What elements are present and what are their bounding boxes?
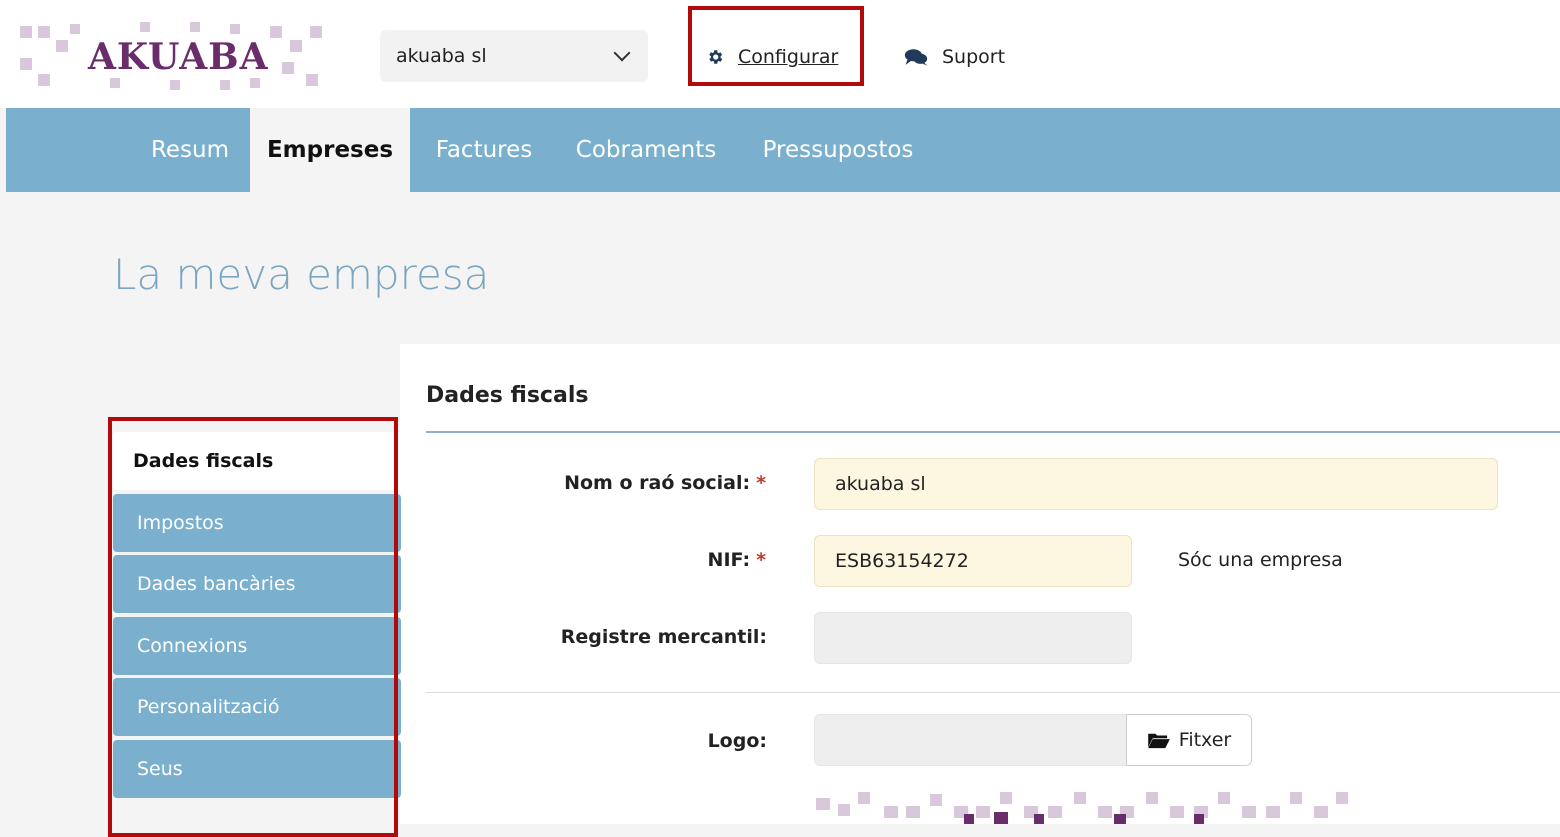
nav-tab-resum[interactable]: Resum — [130, 108, 250, 192]
file-browse-button[interactable]: Fitxer — [1126, 714, 1252, 766]
company-select[interactable]: akuaba sl — [380, 30, 648, 82]
logo-text: AKUABA — [88, 36, 269, 78]
akuaba-logo[interactable]: AKUABA — [20, 22, 330, 92]
logo-file-field[interactable] — [814, 714, 1128, 766]
configure-highlight-box — [688, 6, 864, 86]
folder-open-icon — [1147, 733, 1170, 749]
nif-field[interactable]: ESB63154272 — [814, 535, 1132, 587]
logo-preview-image — [816, 792, 1348, 824]
registry-label: Registre mercantil: — [560, 626, 767, 648]
page-title: La meva empresa — [113, 250, 490, 299]
required-marker: * — [756, 472, 766, 494]
nif-label: NIF: * — [707, 549, 766, 571]
main-nav: Resum Empreses Factures Cobraments Press… — [6, 108, 1560, 192]
sidebar-highlight-box — [108, 417, 398, 837]
chat-bubbles-icon — [904, 49, 928, 66]
nav-tab-factures[interactable]: Factures — [424, 108, 544, 192]
chevron-down-icon — [613, 44, 631, 62]
support-link[interactable]: Suport — [904, 42, 1005, 72]
required-marker: * — [756, 549, 766, 571]
name-label: Nom o raó social: * — [564, 472, 766, 494]
nav-tab-empreses[interactable]: Empreses — [250, 108, 410, 192]
company-select-value: akuaba sl — [396, 45, 487, 67]
company-name-field[interactable]: akuaba sl — [814, 458, 1498, 510]
support-label: Suport — [942, 46, 1006, 68]
nif-company-note[interactable]: Sóc una empresa — [1178, 549, 1343, 571]
nav-tab-cobraments[interactable]: Cobraments — [564, 108, 728, 192]
logo-label: Logo: — [707, 730, 767, 752]
nav-tab-pressupostos[interactable]: Pressupostos — [750, 108, 926, 192]
form-divider — [426, 692, 1560, 693]
registry-field[interactable] — [814, 612, 1132, 664]
section-title: Dades fiscals — [426, 383, 589, 408]
section-divider — [426, 431, 1560, 433]
